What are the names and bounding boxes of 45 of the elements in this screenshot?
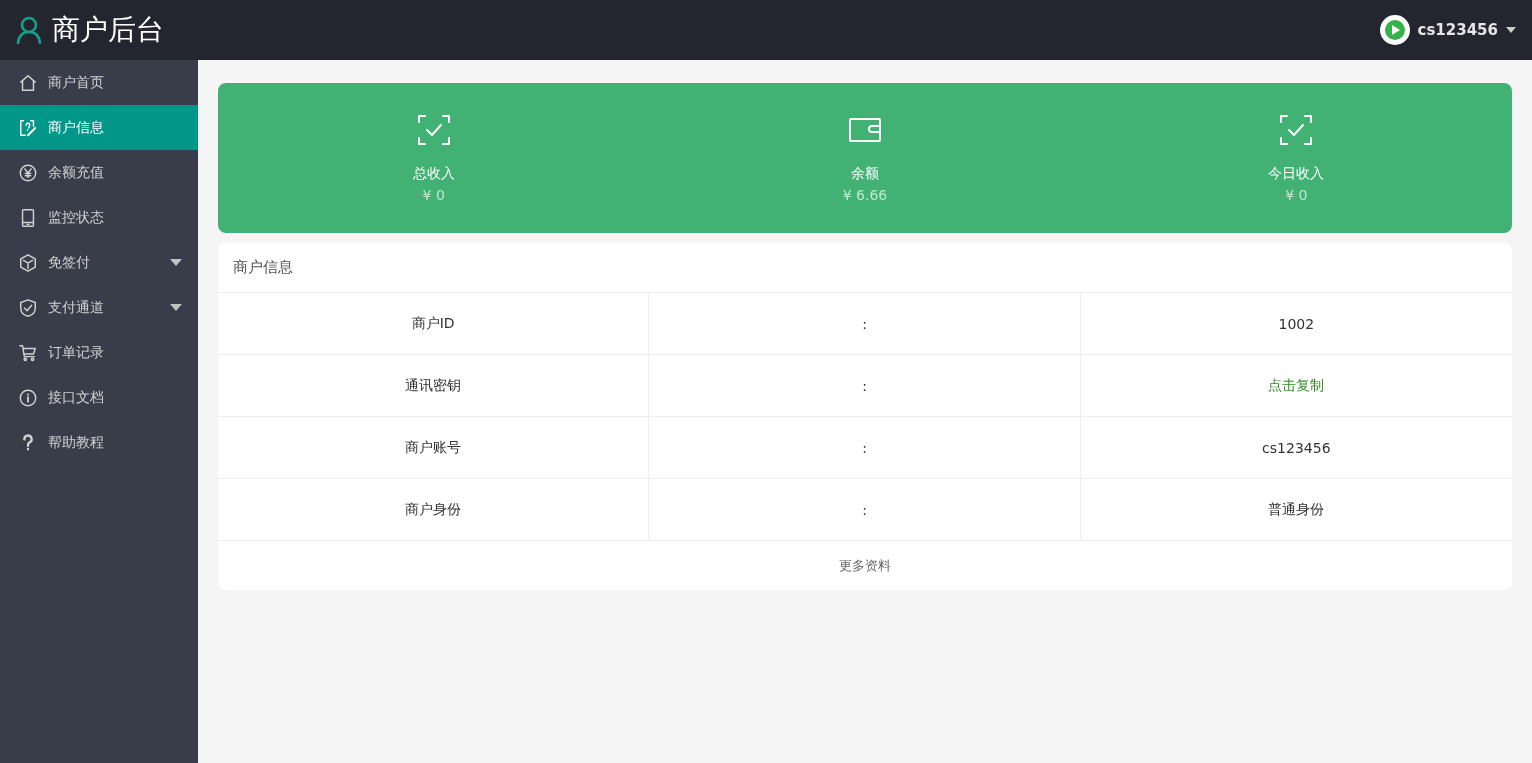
caret-icon (170, 259, 182, 266)
table-cell: 1002 (1080, 293, 1512, 355)
sidebar-item[interactable]: 免签付 (0, 240, 198, 285)
scan-check-icon (416, 113, 451, 147)
home-icon (18, 72, 38, 93)
user-icon (16, 16, 42, 44)
copy-link[interactable]: 点击复制 (1080, 355, 1512, 417)
sidebar-item[interactable]: 帮助教程 (0, 420, 198, 465)
table-cell: 普通身份 (1080, 479, 1512, 541)
sidebar-item[interactable]: 商户信息 (0, 105, 198, 150)
table-cell: 商户账号 (218, 417, 650, 479)
stat-value: ¥ 0 (1285, 187, 1308, 203)
stat-value: ¥ 6.66 (842, 187, 888, 203)
table-cell: 商户身份 (218, 479, 650, 541)
user-menu[interactable]: cs123456 (1379, 15, 1516, 45)
table-cell: cs123456 (1080, 417, 1512, 479)
sidebar-item[interactable]: 接口文档 (0, 375, 198, 420)
caret-icon (170, 304, 182, 311)
stat-label: 余额 (851, 165, 879, 183)
scan-check-icon (1279, 113, 1314, 147)
table-cell: : (649, 479, 1081, 541)
document-pen-icon (18, 117, 38, 138)
table-cell: 商户ID (218, 293, 650, 355)
table-cell: 通讯密钥 (218, 355, 650, 417)
info-icon (18, 387, 38, 408)
stat-label: 总收入 (412, 165, 455, 183)
table-cell: : (649, 355, 1081, 417)
stat-label: 今日收入 (1268, 165, 1325, 183)
more-info-link[interactable]: 更多资料 (839, 556, 891, 575)
sidebar-item[interactable]: 监控状态 (0, 195, 198, 240)
caret-icon (1506, 27, 1516, 33)
sidebar-item[interactable]: 商户首页 (0, 60, 198, 105)
card-title: 商户信息 (218, 243, 1512, 293)
sidebar-item[interactable]: 余额充值 (0, 150, 198, 195)
stat-value: ¥ 0 (422, 187, 445, 203)
cart-icon (18, 342, 38, 363)
table-cell: : (649, 417, 1081, 479)
shield-check-icon (18, 297, 38, 318)
sidebar-item[interactable]: 支付通道 (0, 285, 198, 330)
avatar (1379, 15, 1410, 45)
yen-circle-icon (18, 162, 38, 183)
cube-icon (18, 252, 38, 273)
table-cell: : (649, 293, 1081, 355)
sidebar-item[interactable]: 订单记录 (0, 330, 198, 375)
app-title: 商户后台 (52, 12, 164, 48)
